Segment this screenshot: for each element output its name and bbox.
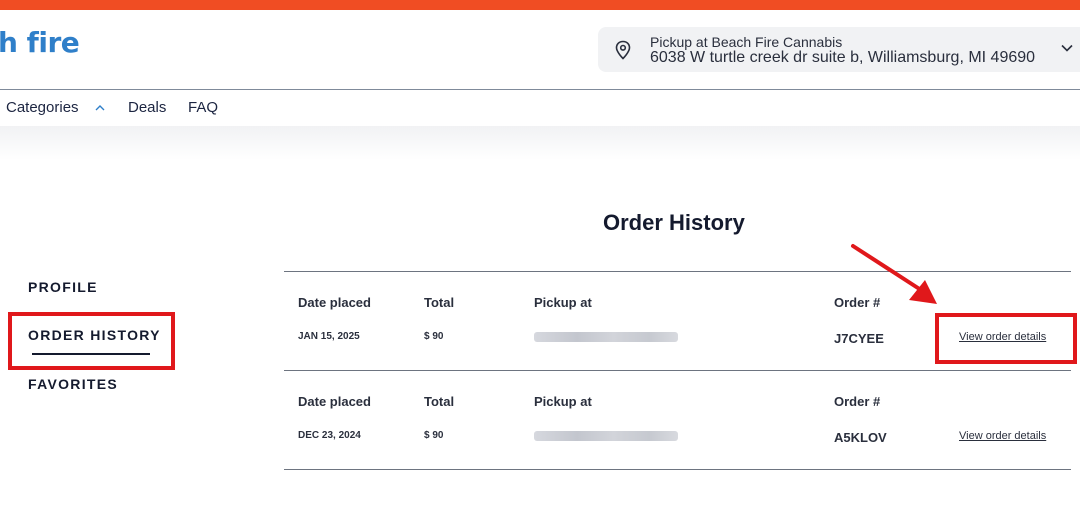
nav-item-categories[interactable]: Categories <box>6 99 79 116</box>
order-total: $ 90 <box>424 430 444 441</box>
redacted-pickup-address <box>534 431 678 441</box>
nav-item-faq[interactable]: FAQ <box>188 99 218 116</box>
nav-shadow <box>0 126 1080 160</box>
table-divider <box>284 469 1071 470</box>
column-header-pickup: Pickup at <box>534 394 592 409</box>
order-date: JAN 15, 2025 <box>298 331 360 342</box>
chevron-down-icon[interactable] <box>1060 41 1074 55</box>
column-header-total: Total <box>424 295 455 310</box>
pickup-location-selector[interactable]: Pickup at Beach Fire Cannabis 6038 W tur… <box>598 27 1080 72</box>
table-divider <box>284 271 1071 272</box>
sidebar-item-favorites[interactable]: FAVORITES <box>28 376 118 392</box>
chevron-up-icon[interactable] <box>94 103 106 113</box>
page-title: Order History <box>603 210 745 235</box>
brand-logo[interactable]: h fire <box>0 26 80 59</box>
nav-item-deals[interactable]: Deals <box>128 99 166 116</box>
order-total: $ 90 <box>424 331 444 342</box>
table-divider <box>284 370 1071 371</box>
pickup-address: 6038 W turtle creek dr suite b, Williams… <box>650 49 1036 66</box>
pickup-label: Pickup at Beach Fire Cannabis <box>650 34 843 50</box>
order-date: DEC 23, 2024 <box>298 430 361 441</box>
order-number: J7CYEE <box>834 331 884 346</box>
view-order-details-link[interactable]: View order details <box>959 430 1046 442</box>
map-pin-icon <box>615 40 631 60</box>
column-header-pickup: Pickup at <box>534 295 592 310</box>
column-header-date: Date placed <box>298 295 371 310</box>
column-header-date: Date placed <box>298 394 371 409</box>
site-header: h fire Pickup at Beach Fire Cannabis 603… <box>0 10 1080 90</box>
annotation-arrow-icon <box>851 244 937 304</box>
top-accent-bar <box>0 0 1080 10</box>
highlight-box-order-history <box>8 312 175 370</box>
redacted-pickup-address <box>534 332 678 342</box>
column-header-order-number: Order # <box>834 394 881 409</box>
column-header-total: Total <box>424 394 455 409</box>
sidebar-item-profile[interactable]: PROFILE <box>28 279 98 295</box>
highlight-box-view-order-details <box>935 313 1077 364</box>
main-nav: Categories Deals FAQ <box>0 91 1080 127</box>
order-number: A5KLOV <box>834 430 887 445</box>
